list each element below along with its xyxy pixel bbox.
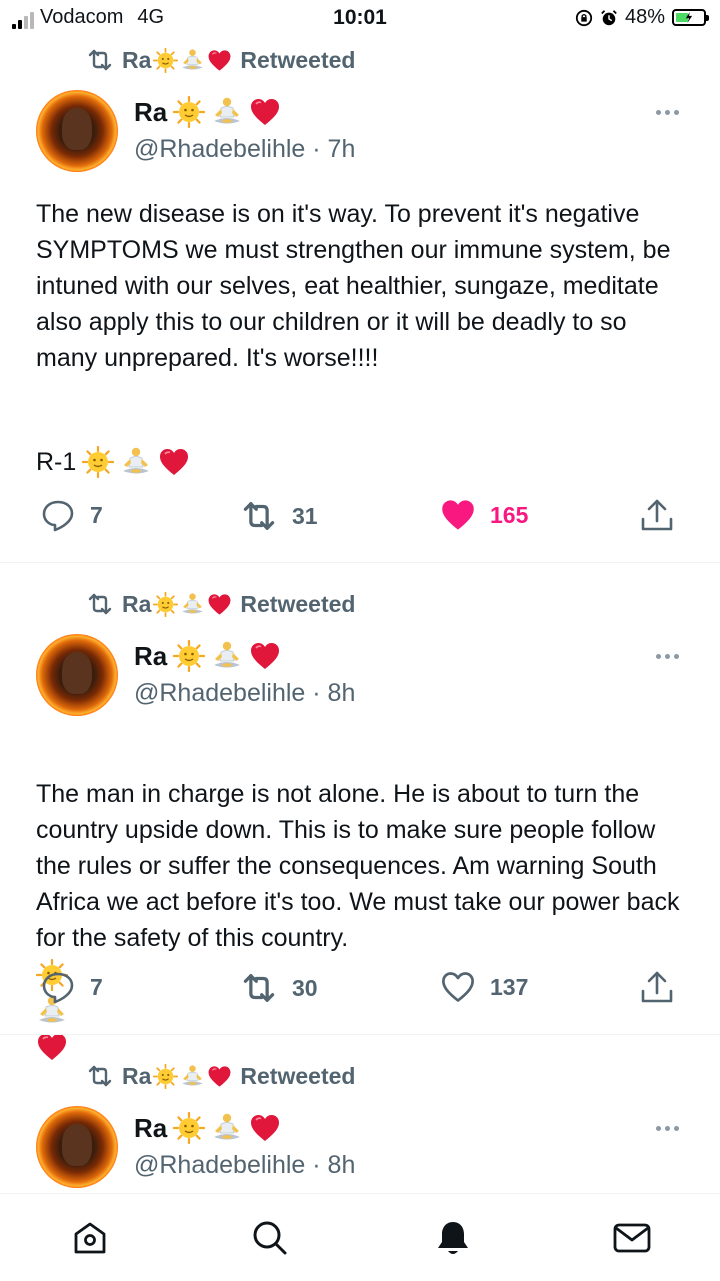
more-options-icon[interactable] — [656, 654, 679, 659]
tweet-text: The man in charge is not alone. He is ab… — [36, 740, 686, 1064]
person-in-lotus-position-emoji — [180, 592, 205, 617]
retweet-button[interactable]: 30 — [240, 969, 318, 1007]
sun-with-face-emoji — [173, 96, 205, 128]
reply-button[interactable]: 7 — [40, 969, 103, 1005]
handle-and-time[interactable]: @Rhadebelihle · 7h — [134, 135, 355, 164]
reply-count: 7 — [90, 973, 103, 1000]
retweeted-label: Retweeted — [240, 46, 356, 73]
battery-icon — [672, 9, 709, 26]
share-icon — [641, 971, 673, 1003]
share-button[interactable] — [638, 969, 676, 1007]
timestamp: 7h — [327, 135, 356, 163]
share-icon — [641, 499, 673, 531]
like-button[interactable]: 137 — [440, 969, 528, 1005]
like-count: 165 — [490, 501, 529, 528]
tweet-signature: R-1 — [36, 446, 190, 478]
person-in-lotus-position-emoji — [211, 640, 243, 672]
display-name[interactable]: Ra — [134, 640, 281, 672]
display-name[interactable]: Ra — [134, 1112, 281, 1144]
red-heart-emoji — [249, 96, 281, 128]
tweet-actions: 7 30 137 — [0, 969, 720, 1009]
messages-envelope-icon[interactable] — [612, 1218, 652, 1258]
person-in-lotus-position-emoji — [211, 1112, 243, 1144]
retweet-icon — [240, 969, 278, 1007]
bottom-tab-bar — [0, 1193, 720, 1281]
retweet-icon — [86, 590, 114, 618]
tweet-actions: 7 31 165 — [0, 497, 720, 537]
status-right: 48% — [575, 6, 709, 29]
retweet-button[interactable]: 31 — [240, 497, 318, 535]
sun-with-face-emoji — [82, 446, 114, 478]
sun-with-face-emoji — [153, 1064, 178, 1089]
like-count: 137 — [490, 973, 529, 1000]
retweet-indicator: Ra Retweeted — [86, 46, 355, 74]
retweet-count: 30 — [292, 974, 318, 1001]
sun-with-face-emoji — [173, 1112, 205, 1144]
status-bar: Vodacom 4G 10:01 48% — [0, 0, 720, 40]
tweet-divider — [0, 562, 720, 563]
handle: @Rhadebelihle — [134, 1151, 306, 1179]
retweet-icon — [86, 1062, 114, 1090]
orientation-lock-icon — [575, 9, 593, 26]
handle-and-time[interactable]: @Rhadebelihle · 8h — [134, 679, 355, 708]
more-options-icon[interactable] — [656, 110, 679, 115]
reply-icon — [42, 500, 74, 532]
retweet-count: 31 — [292, 502, 318, 529]
red-heart-emoji — [249, 1112, 281, 1144]
retweeted-label: Retweeted — [240, 1062, 356, 1089]
red-heart-emoji — [207, 592, 232, 617]
sun-with-face-emoji — [153, 592, 178, 617]
retweeted-by-name: Ra — [122, 46, 152, 73]
avatar[interactable] — [36, 634, 118, 716]
battery-percent: 48% — [624, 6, 665, 28]
timestamp: 8h — [327, 679, 356, 707]
alarm-icon — [601, 9, 617, 25]
red-heart-emoji — [207, 48, 232, 73]
display-name-text: Ra — [134, 1112, 168, 1143]
red-heart-emoji — [207, 1064, 232, 1089]
avatar[interactable] — [36, 1106, 118, 1188]
like-button[interactable]: 165 — [440, 497, 528, 533]
display-name-text: Ra — [134, 640, 168, 671]
retweet-indicator: Ra Retweeted — [86, 1062, 355, 1090]
reply-icon — [42, 972, 74, 1004]
reply-count: 7 — [90, 501, 103, 528]
retweet-indicator: Ra Retweeted — [86, 590, 355, 618]
notifications-bell-icon[interactable] — [433, 1218, 473, 1258]
display-name-text: Ra — [134, 96, 168, 127]
retweeted-label: Retweeted — [240, 590, 356, 617]
retweet-icon — [86, 46, 114, 74]
avatar[interactable] — [36, 90, 118, 172]
more-options-icon[interactable] — [656, 1126, 679, 1131]
sun-with-face-emoji — [153, 48, 178, 73]
handle: @Rhadebelihle — [134, 135, 306, 163]
retweeted-by-name: Ra — [122, 1062, 152, 1089]
home-icon[interactable] — [70, 1218, 110, 1258]
retweet-icon — [240, 497, 278, 535]
tweet-divider — [0, 1034, 720, 1035]
sun-with-face-emoji — [173, 640, 205, 672]
share-button[interactable] — [638, 497, 676, 535]
handle: @Rhadebelihle — [134, 679, 306, 707]
person-in-lotus-position-emoji — [180, 48, 205, 73]
tweet-text: The new disease is on it's way. To preve… — [36, 200, 671, 372]
handle-and-time[interactable]: @Rhadebelihle · 8h — [134, 1151, 355, 1180]
red-heart-emoji — [36, 1031, 68, 1063]
person-in-lotus-position-emoji — [180, 1064, 205, 1089]
red-heart-emoji — [249, 640, 281, 672]
timestamp: 8h — [327, 1151, 356, 1179]
retweeted-by-name: Ra — [122, 590, 152, 617]
display-name[interactable]: Ra — [134, 96, 281, 128]
heart-filled-icon — [442, 500, 474, 530]
red-heart-emoji — [158, 446, 190, 478]
person-in-lotus-position-emoji — [211, 96, 243, 128]
reply-button[interactable]: 7 — [40, 497, 103, 533]
person-in-lotus-position-emoji — [120, 446, 152, 478]
heart-outline-icon — [442, 972, 474, 1002]
search-icon[interactable] — [250, 1218, 290, 1258]
